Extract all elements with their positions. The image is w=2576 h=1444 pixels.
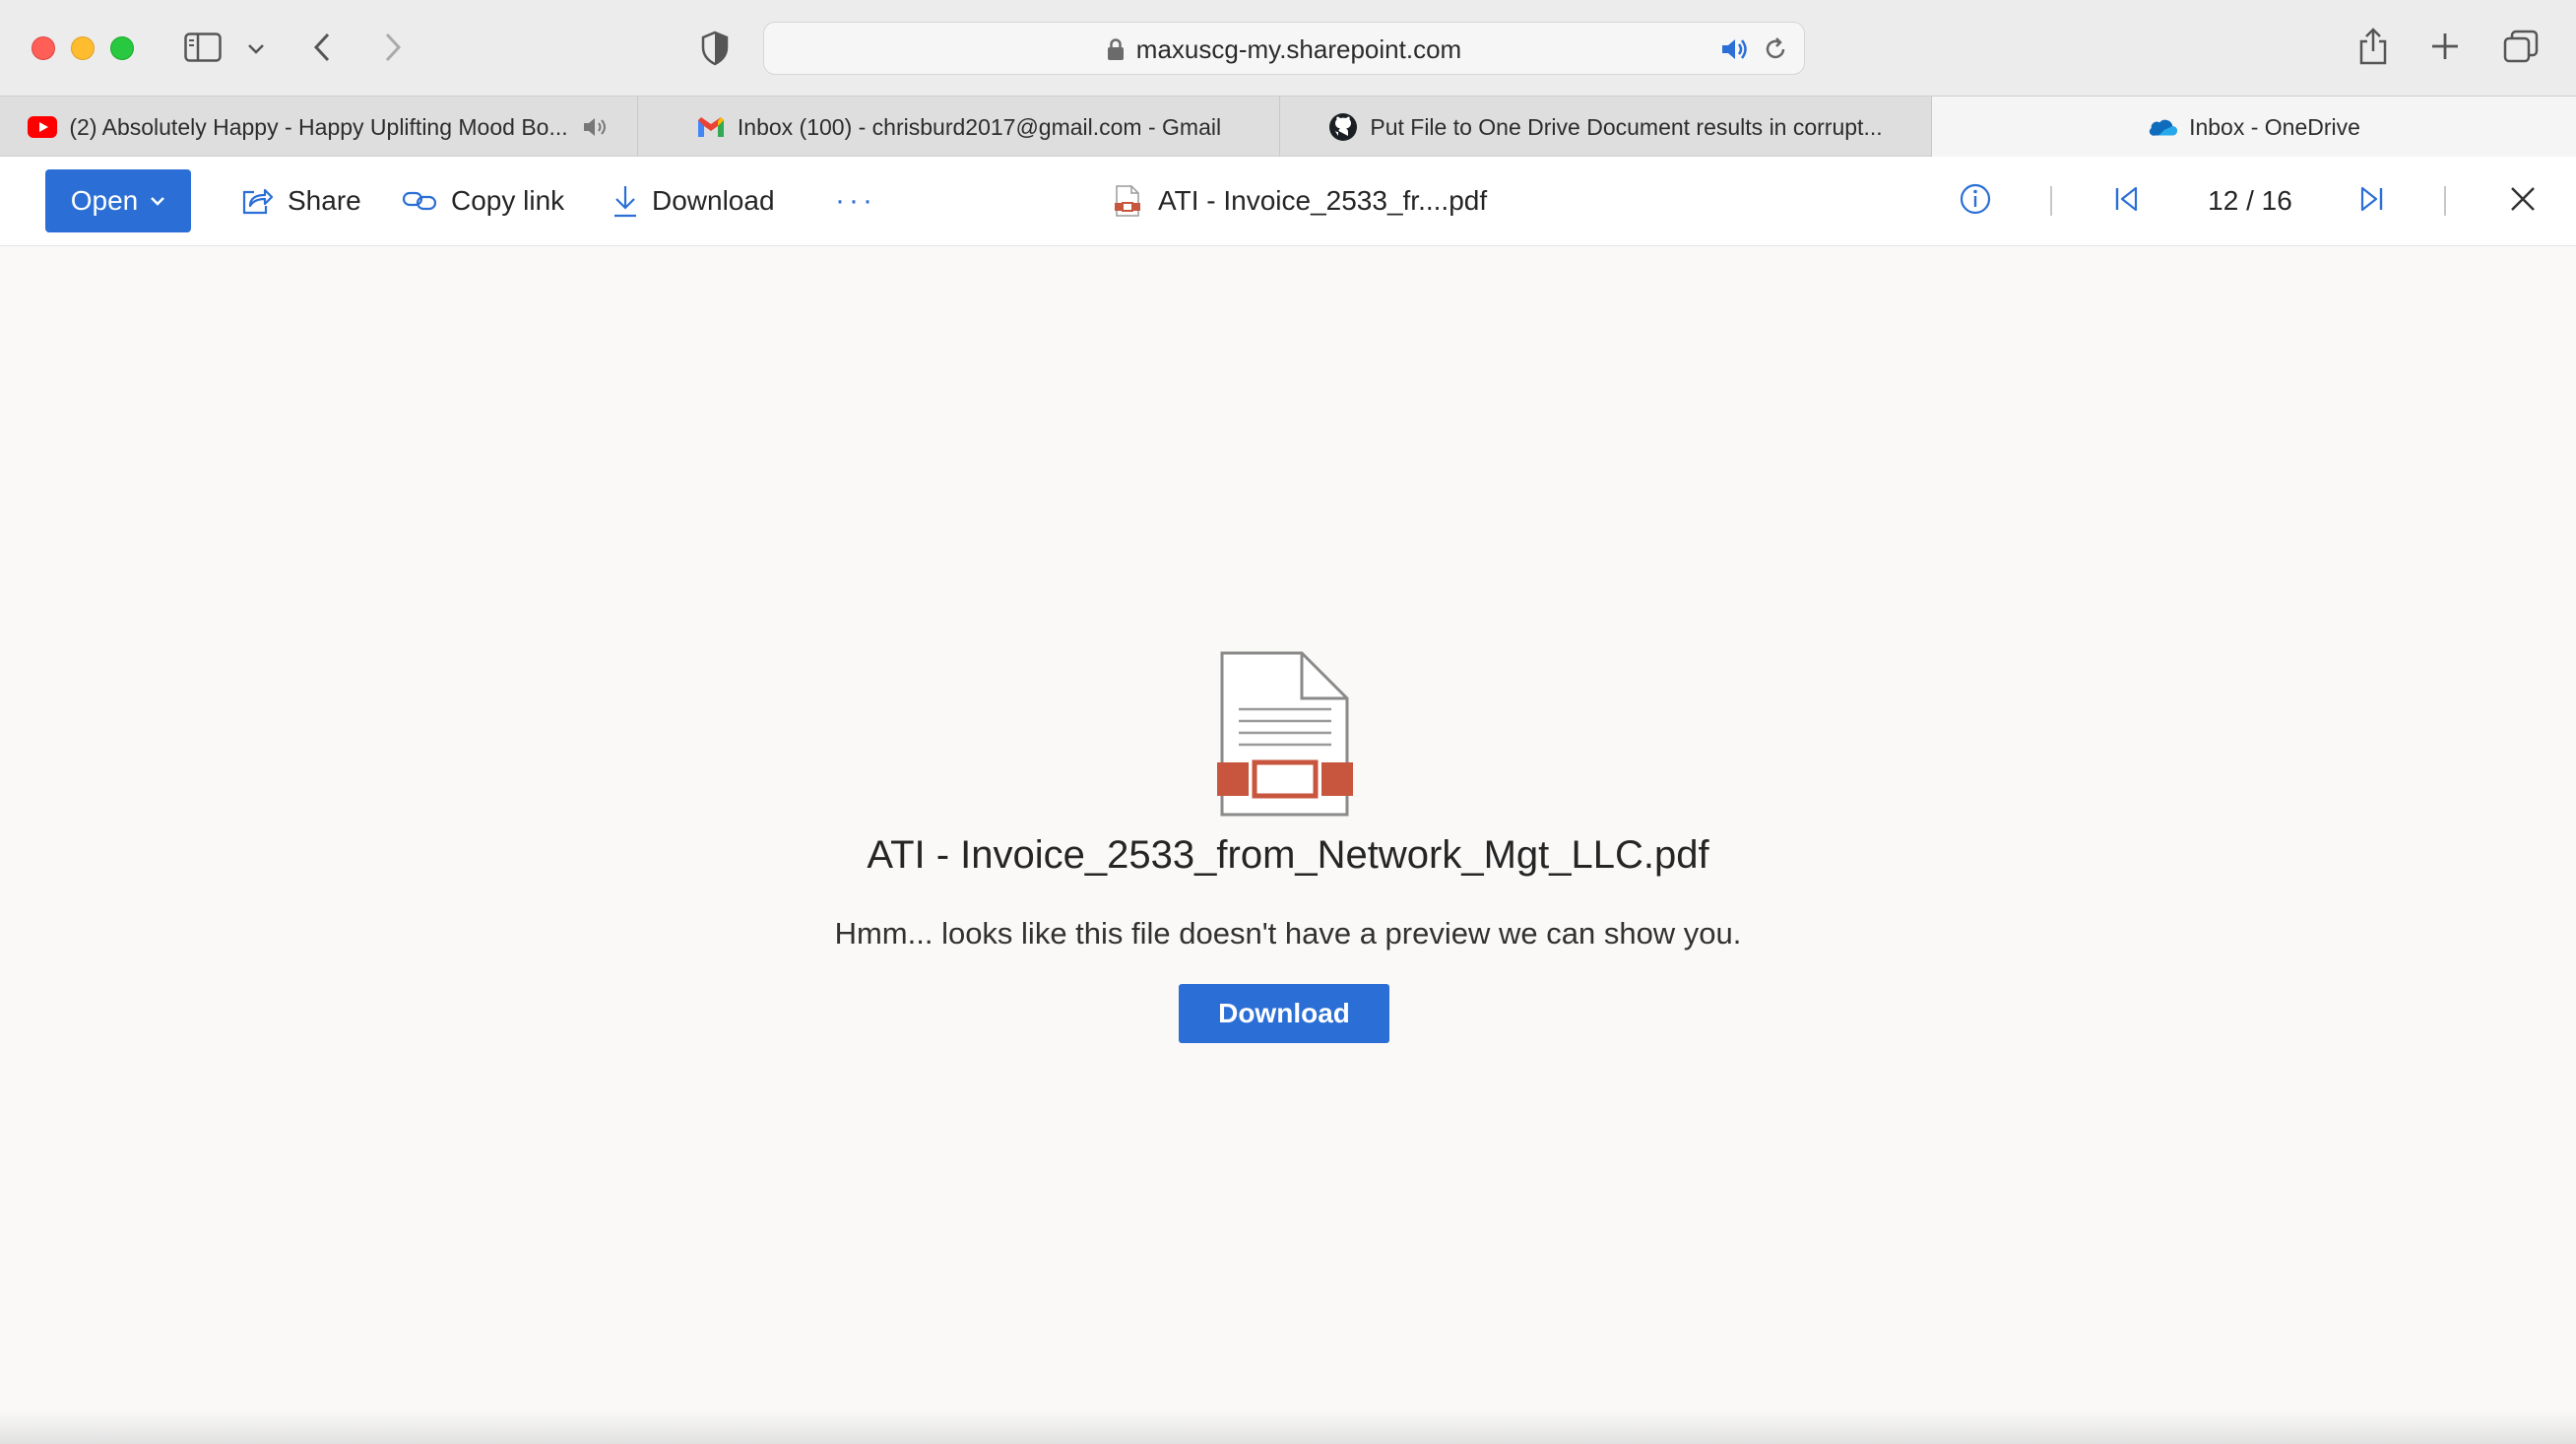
toolbar-divider xyxy=(2050,186,2052,216)
first-page-button[interactable] xyxy=(2107,169,2147,232)
copy-link-label: Copy link xyxy=(451,185,565,216)
download-icon xyxy=(612,184,638,218)
close-window-button[interactable] xyxy=(32,36,55,60)
speaker-icon[interactable] xyxy=(582,116,610,138)
reload-icon[interactable] xyxy=(1761,34,1790,64)
tab-label: Inbox - OneDrive xyxy=(2189,113,2360,140)
tab-bar: (2) Absolutely Happy - Happy Uplifting M… xyxy=(0,96,2576,158)
privacy-shield-icon[interactable] xyxy=(697,30,733,67)
new-tab-icon[interactable] xyxy=(2428,30,2462,63)
preview-area: ATI - Invoice_2533_from_Network_Mgt_LLC.… xyxy=(0,246,2576,1444)
pdf-file-icon xyxy=(1115,185,1140,217)
onedrive-icon xyxy=(2148,112,2178,142)
close-viewer-button[interactable] xyxy=(2503,169,2543,232)
bottom-shadow xyxy=(0,1411,2576,1444)
pdf-document-icon xyxy=(1215,650,1355,824)
youtube-icon xyxy=(28,112,58,142)
info-icon xyxy=(1959,182,1992,221)
tab-overview-icon[interactable] xyxy=(2501,28,2541,65)
share-label: Share xyxy=(288,185,361,216)
open-button[interactable]: Open xyxy=(45,169,191,232)
chevron-down-icon[interactable] xyxy=(244,37,268,61)
download-toolbar-button[interactable]: Download xyxy=(612,169,775,232)
back-icon[interactable] xyxy=(307,30,337,65)
minimize-window-button[interactable] xyxy=(71,36,95,60)
zoom-window-button[interactable] xyxy=(110,36,134,60)
github-icon xyxy=(1328,112,1358,142)
tab-github[interactable]: Put File to One Drive Document results i… xyxy=(1280,97,1932,158)
browser-titlebar: maxuscg-my.sharepoint.com xyxy=(0,0,2576,96)
lock-icon xyxy=(1107,37,1125,61)
file-viewer-toolbar: Open Share Copy link Download ··· ATI - … xyxy=(0,157,2576,246)
open-button-label: Open xyxy=(70,185,139,216)
close-icon xyxy=(2509,185,2537,218)
toolbar-divider xyxy=(2444,186,2446,216)
tab-label: Put File to One Drive Document results i… xyxy=(1370,113,1883,140)
details-button[interactable] xyxy=(1954,169,1997,232)
document-title: ATI - Invoice_2533_fr....pdf xyxy=(1115,169,1487,232)
file-name: ATI - Invoice_2533_from_Network_Mgt_LLC.… xyxy=(867,833,1709,877)
last-page-button[interactable] xyxy=(2351,169,2391,232)
skip-back-icon xyxy=(2113,185,2141,218)
download-label: Download xyxy=(652,185,775,216)
share-icon xyxy=(240,186,274,216)
sidebar-toggle-icon[interactable] xyxy=(183,30,223,65)
gmail-icon xyxy=(696,112,726,142)
url-text: maxuscg-my.sharepoint.com xyxy=(1135,33,1462,64)
address-bar[interactable]: maxuscg-my.sharepoint.com xyxy=(763,22,1805,75)
tab-label: Inbox (100) - chrisburd2017@gmail.com - … xyxy=(737,113,1222,140)
audio-playing-icon[interactable] xyxy=(1719,34,1751,64)
tab-onedrive[interactable]: Inbox - OneDrive xyxy=(1932,97,2576,158)
download-button[interactable]: Download xyxy=(1179,984,1389,1043)
document-title-text: ATI - Invoice_2533_fr....pdf xyxy=(1158,185,1488,216)
skip-forward-icon xyxy=(2357,185,2385,218)
chevron-down-icon xyxy=(150,196,165,206)
tab-label: (2) Absolutely Happy - Happy Uplifting M… xyxy=(69,113,568,140)
no-preview-message: Hmm... looks like this file doesn't have… xyxy=(834,916,1742,951)
share-button[interactable]: Share xyxy=(240,169,361,232)
more-options-button[interactable]: ··· xyxy=(835,169,876,232)
link-icon xyxy=(402,189,437,213)
tab-youtube[interactable]: (2) Absolutely Happy - Happy Uplifting M… xyxy=(0,97,638,158)
page-indicator: 12 / 16 xyxy=(2208,185,2292,216)
tab-gmail[interactable]: Inbox (100) - chrisburd2017@gmail.com - … xyxy=(638,97,1280,158)
forward-icon[interactable] xyxy=(378,30,408,65)
share-page-icon[interactable] xyxy=(2355,26,2391,67)
copy-link-button[interactable]: Copy link xyxy=(402,169,564,232)
